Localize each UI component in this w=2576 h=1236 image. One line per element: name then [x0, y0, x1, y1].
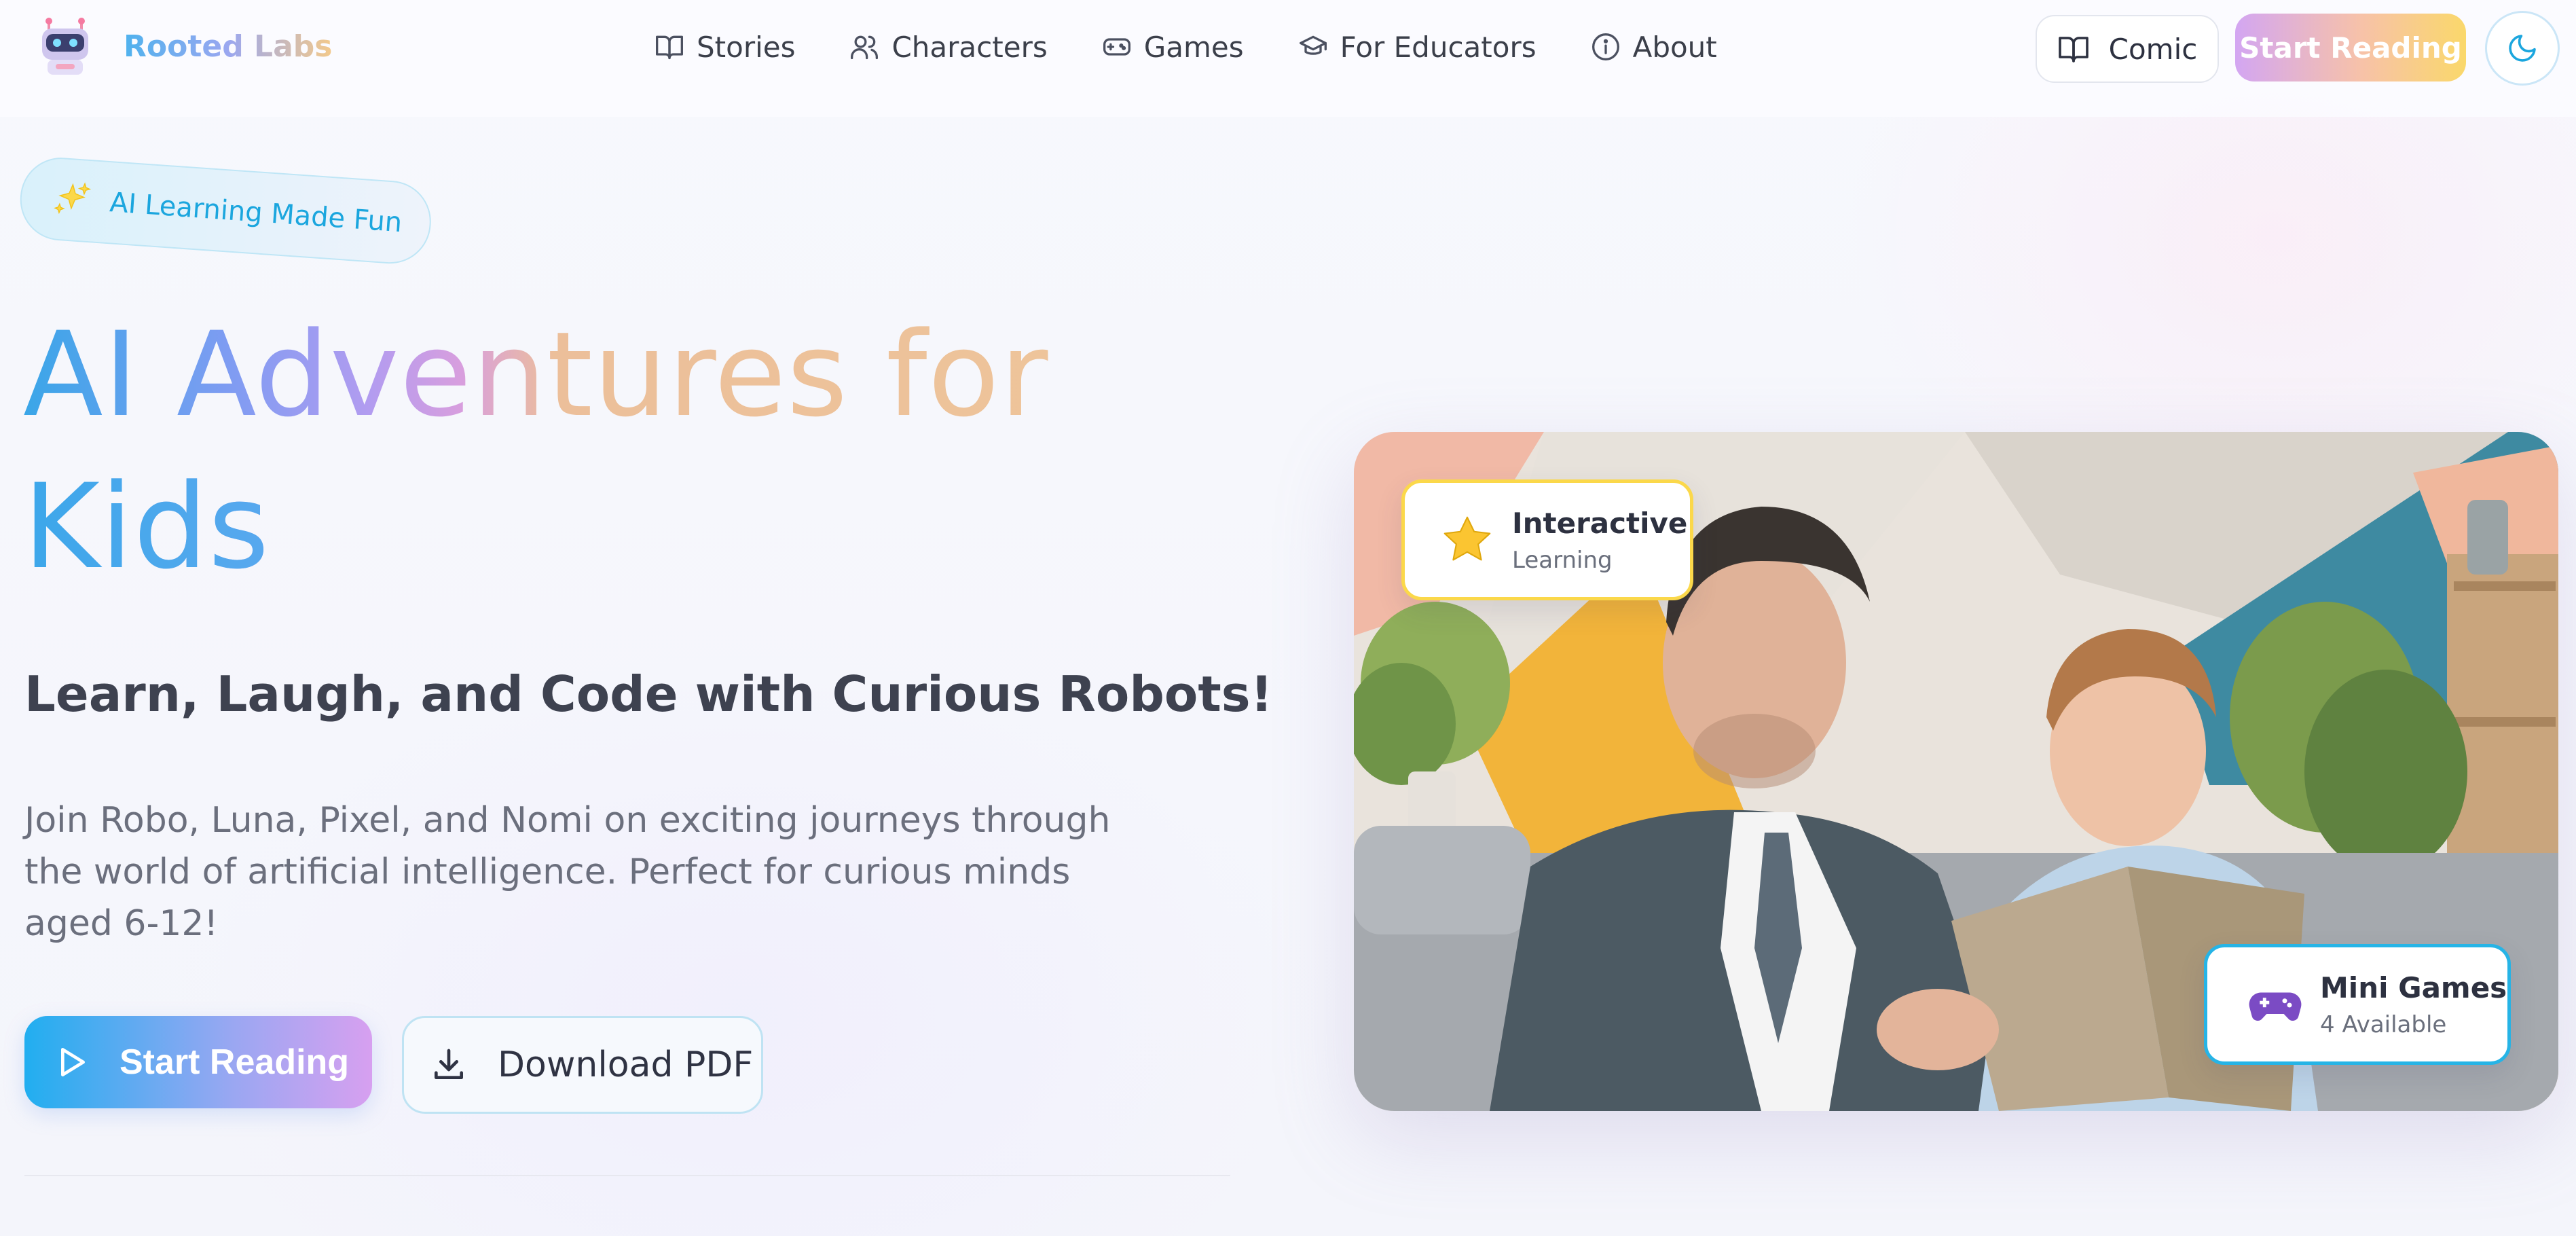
- brand-logo[interactable]: Rooted Labs: [34, 15, 332, 77]
- comic-button[interactable]: Comic: [2036, 15, 2219, 83]
- info-icon: [1591, 33, 1619, 60]
- nav-item-characters[interactable]: Characters: [849, 30, 1048, 64]
- main-nav: Stories Characters Games For Educators A…: [655, 26, 1717, 68]
- nav-item-label: Stories: [697, 30, 796, 64]
- theme-toggle-button[interactable]: [2485, 11, 2560, 86]
- hero-title: AI Adventures for Kids: [23, 299, 1177, 603]
- star-icon: [1443, 516, 1491, 561]
- start-reading-header-button[interactable]: Start Reading: [2235, 14, 2466, 81]
- nav-item-label: Games: [1143, 30, 1244, 64]
- mini-games-card: Mini Games 4 Available: [2204, 944, 2511, 1065]
- nav-item-about[interactable]: About: [1591, 31, 1717, 64]
- download-pdf-button[interactable]: Download PDF: [402, 1016, 763, 1114]
- interactive-card-title: Interactive: [1512, 506, 1688, 540]
- section-divider: [24, 1175, 1230, 1176]
- book-icon: [656, 35, 683, 60]
- download-icon: [435, 1049, 463, 1079]
- interactive-learning-card: Interactive Learning: [1401, 479, 1693, 600]
- comic-button-label: Comic: [2108, 32, 2198, 66]
- mini-games-card-title: Mini Games: [2320, 970, 2507, 1004]
- nav-item-label: Characters: [891, 30, 1048, 64]
- hero-title-line-2: Kids: [23, 458, 270, 595]
- gamepad-icon: [1103, 38, 1130, 56]
- brand-name: Rooted Labs: [124, 29, 333, 64]
- nav-item-label: For Educators: [1340, 30, 1537, 64]
- robot-logo-icon: [34, 15, 96, 77]
- play-icon: [61, 1048, 85, 1076]
- nav-item-games[interactable]: Games: [1102, 31, 1244, 64]
- users-icon: [851, 35, 879, 60]
- hero-subtitle: Learn, Laugh, and Code with Curious Robo…: [24, 666, 1273, 723]
- nav-item-label: About: [1632, 30, 1717, 64]
- sparkles-icon: [54, 182, 92, 215]
- download-pdf-label: Download PDF: [498, 1044, 754, 1085]
- hero-description: Join Robo, Luna, Pixel, and Nomi on exci…: [24, 800, 1111, 944]
- interactive-learning-text: Interactive Learning: [1512, 507, 1687, 574]
- ai-learning-badge: AI Learning Made Fun: [17, 155, 434, 267]
- badge-label: AI Learning Made Fun: [109, 187, 403, 239]
- interactive-card-subtitle: Learning: [1512, 546, 1613, 574]
- mini-games-text: Mini Games 4 Available: [2320, 971, 2507, 1038]
- nav-item-for-educators[interactable]: For Educators: [1298, 31, 1537, 64]
- moon-icon: [2509, 35, 2536, 62]
- top-nav-bar: Rooted Labs Stories Characters Games For…: [0, 0, 2576, 117]
- hero-title-line-1: AI Adventures for: [23, 306, 1049, 443]
- start-reading-label: Start Reading: [119, 1042, 350, 1082]
- graduation-cap-icon: [1299, 35, 1327, 55]
- mini-games-card-subtitle: 4 Available: [2320, 1011, 2447, 1038]
- nav-item-stories[interactable]: Stories: [655, 31, 795, 64]
- start-reading-button[interactable]: Start Reading: [24, 1016, 372, 1108]
- gamepad-icon: [2249, 992, 2302, 1021]
- book-icon: [2058, 37, 2089, 62]
